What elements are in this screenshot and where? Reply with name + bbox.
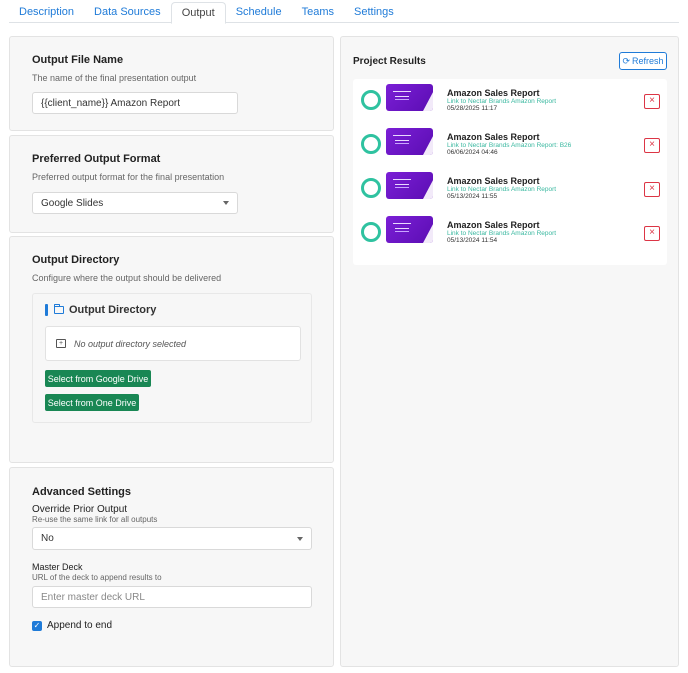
output-file-card: Output File Name The name of the final p…	[9, 36, 334, 131]
override-select[interactable]: No	[32, 527, 312, 550]
result-title: Amazon Sales Report	[447, 88, 540, 98]
report-thumbnail	[386, 172, 433, 199]
output-directory-title: Output Directory	[32, 254, 120, 266]
result-link[interactable]: Link to Nectar Brands Amazon Report	[447, 230, 556, 237]
append-to-end-row: ✓ Append to end	[32, 620, 112, 631]
status-ring	[361, 222, 381, 242]
refresh-button[interactable]: ⟳ Refresh	[619, 52, 667, 70]
result-title: Amazon Sales Report	[447, 220, 540, 230]
tab-schedule[interactable]: Schedule	[226, 2, 292, 23]
tab-data-sources[interactable]: Data Sources	[84, 2, 171, 23]
select-one-drive-button[interactable]: Select from One Drive	[45, 394, 139, 411]
override-selected: No	[41, 533, 54, 544]
refresh-label: Refresh	[632, 56, 664, 66]
select-google-drive-button[interactable]: Select from Google Drive	[45, 370, 151, 387]
append-to-end-label: Append to end	[47, 620, 113, 631]
result-date: 05/28/2025 11:17	[447, 105, 498, 112]
output-directory-panel: Output Directory + No output directory s…	[32, 293, 312, 423]
output-directory-panel-header: Output Directory	[45, 304, 156, 316]
status-ring	[361, 178, 381, 198]
append-checkbox[interactable]: ✓	[32, 620, 42, 631]
output-format-title: Preferred Output Format	[32, 153, 161, 165]
output-format-card: Preferred Output Format Preferred output…	[9, 135, 334, 233]
output-file-title: Output File Name	[32, 54, 124, 66]
master-deck-description: URL of the deck to append results to	[32, 573, 162, 582]
close-icon[interactable]: ×	[644, 138, 660, 153]
result-title: Amazon Sales Report	[447, 176, 540, 186]
tab-description[interactable]: Description	[9, 2, 84, 23]
close-icon[interactable]: ×	[644, 94, 660, 109]
master-deck-label: Master Deck	[32, 562, 83, 572]
output-format-select[interactable]: Google Slides	[32, 192, 238, 214]
accent-bar	[45, 304, 48, 316]
result-date: 05/13/2024 11:55	[447, 193, 498, 200]
empty-directory-box: + No output directory selected	[45, 326, 301, 361]
refresh-icon: ⟳	[622, 55, 631, 66]
result-title: Amazon Sales Report	[447, 132, 540, 142]
empty-directory-text: No output directory selected	[74, 338, 187, 349]
result-link[interactable]: Link to Nectar Brands Amazon Report: B26	[447, 142, 571, 149]
output-directory-panel-title: Output Directory	[69, 304, 157, 316]
report-thumbnail	[386, 216, 433, 243]
override-description: Re-use the same link for all outputs	[32, 515, 158, 524]
close-icon[interactable]: ×	[644, 226, 660, 241]
tab-settings[interactable]: Settings	[344, 2, 404, 23]
result-link[interactable]: Link to Nectar Brands Amazon Report	[447, 98, 556, 105]
project-results-list: Amazon Sales Report Link to Nectar Brand…	[353, 79, 667, 265]
status-ring	[361, 90, 381, 110]
tab-bar: Description Data Sources Output Schedule…	[9, 2, 679, 24]
output-directory-description: Configure where the output should be del…	[32, 273, 222, 283]
folder-icon	[54, 304, 64, 314]
list-item[interactable]: Amazon Sales Report Link to Nectar Brand…	[353, 123, 667, 167]
output-file-description: The name of the final presentation outpu…	[32, 73, 197, 83]
report-thumbnail	[386, 84, 433, 111]
advanced-settings-title: Advanced Settings	[32, 486, 132, 498]
status-ring	[361, 134, 381, 154]
project-results-title: Project Results	[353, 56, 426, 67]
advanced-settings-card: Advanced Settings Override Prior Output …	[9, 467, 334, 667]
list-item[interactable]: Amazon Sales Report Link to Nectar Brand…	[353, 211, 667, 255]
override-label: Override Prior Output	[32, 504, 128, 515]
chevron-down-icon	[223, 201, 229, 205]
result-link[interactable]: Link to Nectar Brands Amazon Report	[447, 186, 556, 193]
report-thumbnail	[386, 128, 433, 155]
tab-teams[interactable]: Teams	[292, 2, 344, 23]
folder-plus-icon: +	[56, 339, 66, 348]
master-deck-input[interactable]: Enter master deck URL	[32, 586, 312, 608]
result-date: 06/06/2024 04:46	[447, 149, 498, 156]
result-date: 05/13/2024 11:54	[447, 237, 498, 244]
output-format-description: Preferred output format for the final pr…	[32, 172, 225, 182]
tab-output[interactable]: Output	[170, 2, 226, 24]
output-directory-card: Output Directory Configure where the out…	[9, 236, 334, 463]
chevron-down-icon	[297, 536, 303, 541]
list-item[interactable]: Amazon Sales Report Link to Nectar Brand…	[353, 79, 667, 123]
list-item[interactable]: Amazon Sales Report Link to Nectar Brand…	[353, 167, 667, 211]
close-icon[interactable]: ×	[644, 182, 660, 197]
output-file-input[interactable]: {{client_name}} Amazon Report	[32, 92, 238, 114]
output-format-selected: Google Slides	[41, 197, 104, 209]
